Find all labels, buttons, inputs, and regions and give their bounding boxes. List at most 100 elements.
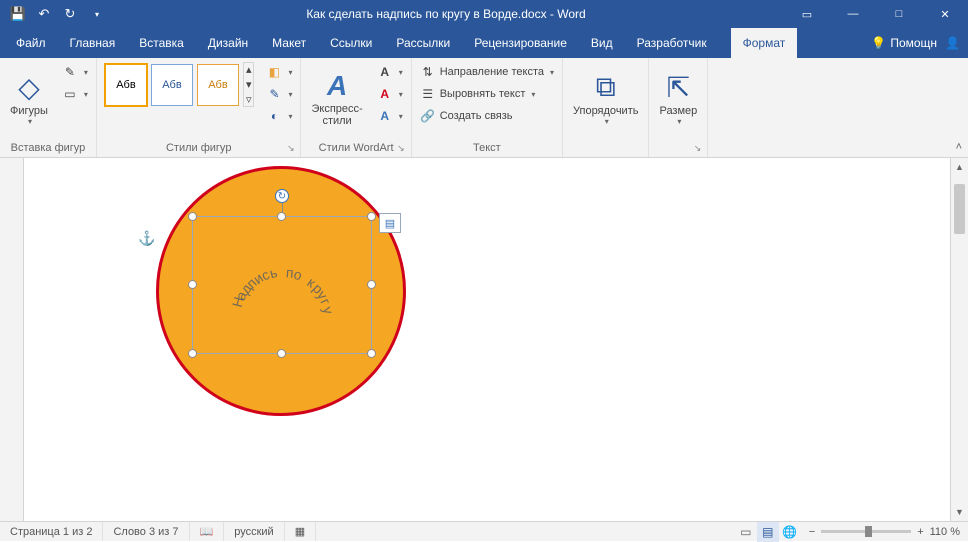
- zoom-in[interactable]: +: [917, 526, 923, 538]
- text-direction-button[interactable]: ⇅Направление текста▾: [416, 62, 558, 82]
- collapse-ribbon[interactable]: ˄: [956, 141, 962, 153]
- shape-style-gallery[interactable]: Абв Абв Абв ▴ ▾ ▿: [101, 62, 259, 107]
- group-label-arrange: [567, 140, 644, 157]
- fill-icon: ◧: [266, 64, 282, 80]
- quick-styles-button[interactable]: A Экспресс- стили: [305, 62, 368, 134]
- outline-icon: ✎: [266, 86, 282, 102]
- tab-review[interactable]: Рецензирование: [462, 28, 579, 58]
- resize-handle-ml[interactable]: [188, 280, 197, 289]
- status-macro[interactable]: ▦: [285, 522, 316, 541]
- zoom-slider[interactable]: [821, 530, 911, 533]
- tab-references[interactable]: Ссылки: [318, 28, 384, 58]
- shape-style-1[interactable]: Абв: [105, 64, 147, 106]
- resize-handle-bl[interactable]: [188, 349, 197, 358]
- shape-outline-button[interactable]: ✎▾: [262, 84, 296, 104]
- zoom-value[interactable]: 110 %: [930, 526, 960, 538]
- group-shape-styles: Абв Абв Абв ▴ ▾ ▿ ◧▾ ✎▾ ◐▾ Стили фигур↘: [97, 58, 302, 157]
- maximize-button[interactable]: □: [876, 0, 922, 28]
- status-proofing[interactable]: 📖: [190, 522, 225, 541]
- edit-shape-button[interactable]: ✎▾: [58, 62, 92, 82]
- edit-shape-icon: ✎: [62, 64, 78, 80]
- arrange-label: Упорядочить: [573, 105, 638, 117]
- view-web-layout[interactable]: 🌐: [779, 522, 801, 542]
- status-page[interactable]: Страница 1 из 2: [0, 522, 103, 541]
- tell-me[interactable]: 💡 Помощн: [871, 28, 945, 58]
- text-outline-icon: A: [377, 86, 393, 102]
- layout-options-button[interactable]: ▤: [379, 213, 401, 233]
- proofing-icon: 📖: [200, 525, 214, 538]
- group-insert-shapes: ◇ Фигуры ▾ ✎▾ ▭▾ Вставка фигур: [0, 58, 97, 157]
- shapes-icon: ◇: [18, 71, 40, 105]
- tab-file[interactable]: Файл: [4, 28, 58, 58]
- scroll-thumb[interactable]: [954, 184, 965, 234]
- vertical-scrollbar[interactable]: ▲ ▼: [950, 158, 968, 521]
- text-outline-button[interactable]: A▾: [373, 84, 407, 104]
- align-text-icon: ☰: [420, 86, 436, 102]
- tab-design[interactable]: Дизайн: [196, 28, 260, 58]
- shape-fill-button[interactable]: ◧▾: [262, 62, 296, 82]
- ribbon-tabs: Файл Главная Вставка Дизайн Макет Ссылки…: [0, 28, 968, 58]
- status-words[interactable]: Слово 3 из 7: [103, 522, 189, 541]
- undo-button[interactable]: ↶: [32, 2, 56, 26]
- zoom-slider-thumb[interactable]: [865, 526, 872, 537]
- gallery-down[interactable]: ▾: [244, 78, 254, 91]
- group-label-size: ↘: [653, 140, 703, 157]
- view-read-mode[interactable]: ▭: [735, 522, 757, 542]
- text-box-selected[interactable]: ↻ ▤ Надпись по кругу: [192, 216, 372, 354]
- tell-me-label: Помощн: [890, 36, 937, 50]
- view-print-layout[interactable]: ▤: [757, 522, 779, 542]
- minimize-button[interactable]: —: [830, 0, 876, 28]
- text-direction-icon: ⇅: [420, 64, 436, 80]
- tab-layout[interactable]: Макет: [260, 28, 318, 58]
- close-button[interactable]: ✕: [922, 0, 968, 28]
- lightbulb-icon: 💡: [871, 36, 886, 50]
- size-button[interactable]: ⇱ Размер ▾: [653, 62, 703, 134]
- redo-button[interactable]: ↻: [58, 2, 82, 26]
- quick-styles-label: Экспресс- стили: [311, 103, 362, 127]
- text-fill-icon: A: [377, 64, 393, 80]
- create-link-button[interactable]: 🔗Создать связь: [416, 106, 558, 126]
- arrange-button[interactable]: ⧉ Упорядочить ▾: [567, 62, 644, 134]
- zoom-out[interactable]: −: [809, 526, 815, 538]
- size-launcher[interactable]: ↘: [694, 143, 702, 154]
- qat-customize[interactable]: ▾: [84, 2, 108, 26]
- page[interactable]: ⚓ ↻ ▤ Надпись по кругу: [24, 158, 950, 521]
- group-label-insert-shapes: Вставка фигур: [4, 140, 92, 157]
- resize-handle-tr[interactable]: [367, 212, 376, 221]
- group-label-text: Текст: [416, 140, 558, 157]
- tab-insert[interactable]: Вставка: [127, 28, 196, 58]
- shape-style-3[interactable]: Абв: [197, 64, 239, 106]
- shapes-button[interactable]: ◇ Фигуры ▾: [4, 62, 54, 134]
- status-language[interactable]: русский: [224, 522, 284, 541]
- tab-format[interactable]: Формат: [731, 28, 798, 58]
- textbox-icon: ▭: [62, 86, 78, 102]
- save-button[interactable]: 💾: [6, 2, 30, 26]
- resize-handle-mr[interactable]: [367, 280, 376, 289]
- scroll-down[interactable]: ▼: [951, 503, 968, 521]
- share-button[interactable]: 👤: [945, 28, 968, 58]
- scroll-up[interactable]: ▲: [951, 158, 968, 176]
- tab-mailings[interactable]: Рассылки: [384, 28, 462, 58]
- tab-home[interactable]: Главная: [58, 28, 128, 58]
- curved-text: Надпись по кругу: [207, 229, 357, 379]
- tab-view[interactable]: Вид: [579, 28, 625, 58]
- shape-styles-launcher[interactable]: ↘: [287, 143, 295, 154]
- wordart-launcher[interactable]: ↘: [397, 143, 405, 154]
- text-fill-button[interactable]: A▾: [373, 62, 407, 82]
- draw-textbox-button[interactable]: ▭▾: [58, 84, 92, 104]
- rotate-handle[interactable]: ↻: [275, 189, 289, 203]
- shape-style-2[interactable]: Абв: [151, 64, 193, 106]
- zoom-controls: − + 110 %: [801, 526, 968, 538]
- size-label: Размер: [659, 105, 697, 117]
- gallery-more[interactable]: ▿: [244, 93, 254, 106]
- tab-developer[interactable]: Разработчик: [625, 28, 719, 58]
- resize-handle-br[interactable]: [367, 349, 376, 358]
- align-text-button[interactable]: ☰Выровнять текст▾: [416, 84, 558, 104]
- text-effects-button[interactable]: A▾: [373, 106, 407, 126]
- ribbon-display-options[interactable]: ▭: [784, 0, 830, 28]
- resize-handle-tm[interactable]: [277, 212, 286, 221]
- gallery-up[interactable]: ▴: [244, 63, 254, 76]
- resize-handle-tl[interactable]: [188, 212, 197, 221]
- create-link-label: Создать связь: [440, 110, 513, 122]
- shape-effects-button[interactable]: ◐▾: [262, 106, 296, 126]
